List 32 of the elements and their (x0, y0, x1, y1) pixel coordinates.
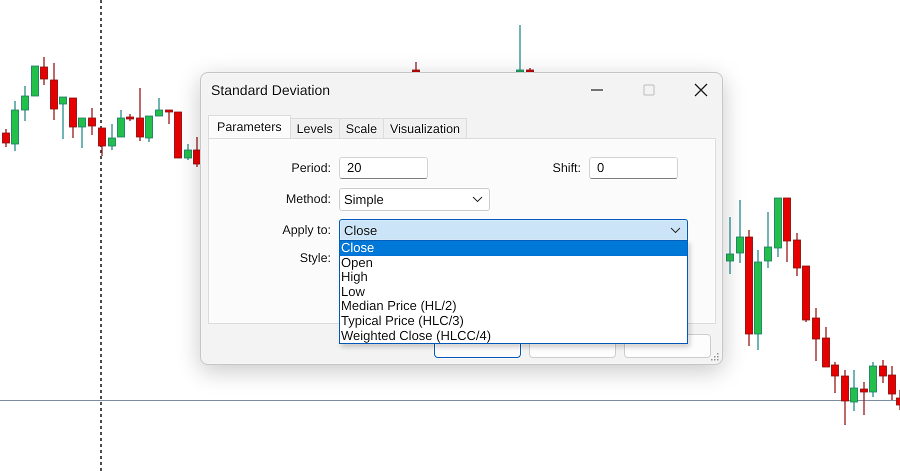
dropdown-option[interactable]: Median Price (HL/2) (340, 299, 687, 314)
chevron-icon (670, 226, 681, 234)
candlestick (516, 25, 524, 72)
resize-grip-icon[interactable] (710, 352, 719, 361)
dropdown-option[interactable]: Close (340, 241, 687, 256)
tab[interactable]: Visualization (383, 118, 467, 138)
candlestick (812, 308, 820, 361)
period-field[interactable]: 20 (339, 157, 428, 179)
candlestick (726, 217, 734, 274)
field-label: Apply to: (281, 223, 332, 237)
field-label: Method: (284, 192, 332, 206)
field-label: Period: (290, 161, 332, 175)
apply-to-dropdown[interactable]: Close (339, 218, 688, 242)
window-title: Standard Deviation (211, 82, 332, 98)
chevron-icon (472, 196, 483, 202)
close-icon[interactable] (694, 83, 708, 97)
candlestick (412, 62, 420, 72)
dropdown-option[interactable]: High (340, 270, 687, 285)
dropdown-option[interactable]: Open (340, 256, 687, 270)
candlestick (88, 108, 96, 135)
dropdown-option[interactable]: Low (340, 284, 687, 300)
dropdown-option[interactable]: Weighted Close (HLCC/4) (340, 328, 687, 344)
field-label: Style: (298, 251, 332, 265)
field-label: Shift: (552, 161, 582, 175)
candlestick (98, 128, 106, 156)
shift-field[interactable]: 0 (589, 157, 678, 179)
dropdown-option[interactable]: Typical Price (HLC/3) (340, 314, 687, 329)
method-dropdown[interactable]: Simple (339, 188, 490, 210)
candlestick (764, 212, 772, 268)
candlestick (21, 86, 29, 121)
tab[interactable]: Parameters (208, 115, 291, 138)
candlestick (155, 98, 163, 116)
